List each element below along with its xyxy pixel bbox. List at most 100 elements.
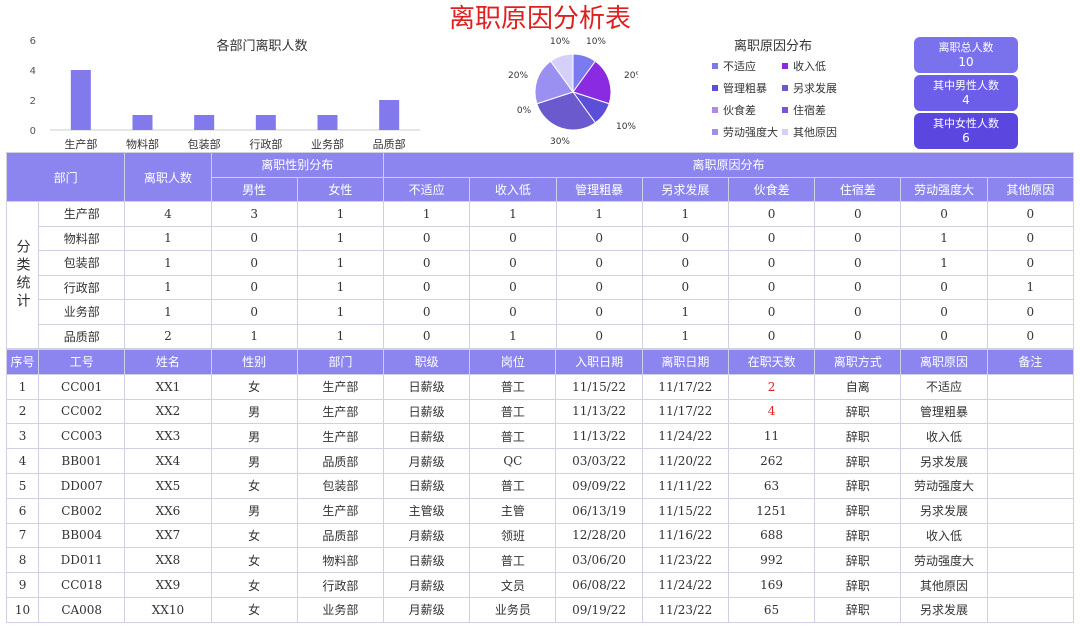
detail-cell: 女: [210, 472, 298, 499]
x-tick-label: 生产部: [64, 137, 97, 151]
table-row: 2 CC002 XX2 男生产部 日薪级 普工 11/13/22 11/17/22 4 辞职 管理粗…: [5, 398, 1075, 425]
detail-cell: XX9: [124, 572, 212, 598]
detail-cell: 8: [5, 547, 40, 574]
detail-cell: 169: [727, 572, 816, 598]
bar-业务部: [317, 115, 338, 130]
kpi-total: 离职总人数 10: [914, 37, 1018, 73]
bar-行政部: [255, 115, 276, 130]
detail-cell: 男: [210, 398, 298, 425]
detail-cell: 包装部: [296, 472, 385, 499]
detail-cell: 普工: [469, 472, 557, 499]
subheader-不适应: 不适应: [383, 176, 471, 202]
summary-cell: 0: [469, 250, 557, 276]
kpi-total-label: 离职总人数: [938, 41, 994, 54]
detail-cell: 辞职: [814, 472, 902, 499]
detail-cell: 2: [5, 398, 40, 425]
summary-cell: 1: [469, 201, 557, 227]
summary-cell: 0: [814, 274, 902, 300]
detail-cell: 11/17/22: [641, 373, 729, 400]
table-row: 6 CB002 XX6 男生产部 主管级 主管 06/13/19 11/15/22 1251 辞职…: [5, 497, 1075, 524]
detail-cell: 不适应: [900, 373, 988, 400]
detail-cell: XX7: [124, 522, 212, 549]
detail-cell: 11/23/22: [641, 596, 729, 623]
detail-table: 序号 工号 姓名 性别 部门 职级 岗位 入职日期 离职日期 在职天数 离职方式 离职原因 备注 1 CC…: [5, 349, 1075, 623]
summary-cell: 1: [469, 323, 557, 349]
subheader-其他原因: 其他原因: [986, 176, 1075, 202]
detail-cell: 11/16/22: [641, 522, 729, 549]
detail-cell: 女: [210, 373, 298, 400]
detail-cell: 普工: [469, 373, 557, 400]
detail-cell: 03/03/22: [555, 448, 643, 474]
detail-cell: 11/11/22: [641, 472, 729, 499]
summary-cell: 1: [124, 225, 212, 251]
detail-cell: 管理粗暴: [900, 398, 988, 425]
detail-cell: 09/09/22: [555, 472, 643, 499]
detail-cell: DD007: [38, 472, 126, 499]
header-gender-group: 离职性别分布: [210, 152, 385, 178]
summary-table: 部门 离职人数 离职性别分布 离职原因分布 男性 女性 不适应 收入低 管理粗暴 另求发展…: [5, 152, 1075, 349]
subheader-管理粗暴: 管理粗暴: [555, 176, 643, 202]
detail-cell: 普工: [469, 398, 557, 425]
table-row: 8 DD011 XX8 女物料部 日薪级 普工 03/06/20 11/23/22 992 辞职劳…: [5, 547, 1075, 574]
detail-cell: 11/24/22: [641, 572, 729, 598]
subheader-伙食差: 伙食差: [727, 176, 816, 202]
detail-cell: XX10: [124, 596, 212, 623]
detail-cell: 月薪级: [383, 596, 471, 623]
detail-header-工号: 工号: [38, 349, 126, 375]
detail-cell: CC018: [38, 572, 126, 598]
detail-cell: 普工: [469, 547, 557, 574]
summary-cell: 0: [727, 274, 816, 300]
legend-item-收入低: 收入低: [782, 58, 826, 74]
detail-cell: [986, 373, 1075, 400]
pie-value-label: 20%: [624, 71, 638, 81]
detail-cell: 1: [5, 373, 40, 400]
detail-cell: CC001: [38, 373, 126, 400]
detail-cell: 4: [727, 398, 816, 425]
detail-cell: 辞职: [814, 547, 902, 574]
summary-cell: 0: [986, 299, 1075, 325]
detail-cell: 11/13/22: [555, 398, 643, 425]
detail-cell: 辞职: [814, 497, 902, 524]
summary-cell: 0: [727, 250, 816, 276]
detail-cell: 03/06/20: [555, 547, 643, 574]
pie-value-label: 10%: [586, 37, 606, 47]
summary-cell: 0: [210, 299, 298, 325]
detail-cell: [986, 522, 1075, 549]
summary-cell: 4: [124, 201, 212, 227]
detail-cell: 辞职: [814, 572, 902, 598]
detail-cell: XX3: [124, 423, 212, 450]
pie-legend-title: 离职原因分布: [734, 39, 813, 54]
pie-value-label: 20%: [508, 71, 528, 81]
detail-cell: 自离: [814, 373, 902, 400]
detail-cell: BB001: [38, 448, 126, 474]
detail-cell: [986, 398, 1075, 425]
detail-cell: 992: [727, 547, 816, 574]
kpi-male: 其中男性人数 4: [914, 75, 1018, 111]
detail-cell: [986, 497, 1075, 524]
detail-cell: 月薪级: [383, 572, 471, 598]
detail-cell: DD011: [38, 547, 126, 574]
bar-包装部: [194, 115, 215, 130]
detail-cell: 63: [727, 472, 816, 499]
detail-header-入职日期: 入职日期: [555, 349, 643, 375]
legend-item-不适应: 不适应: [712, 58, 756, 74]
detail-cell: 7: [5, 522, 40, 549]
y-tick-label: 2: [30, 96, 36, 107]
legend-swatch: [782, 107, 788, 113]
summary-cell: 0: [383, 250, 471, 276]
legend-label: 收入低: [793, 60, 826, 73]
table-row: 7 BB004 XX7 女品质部 月薪级 领班 12/28/20 11/16/22 688 辞职收…: [5, 522, 1075, 549]
summary-cell: 0: [555, 250, 643, 276]
detail-cell: 11/13/22: [555, 423, 643, 450]
table-row: 10 CA008 XX10 女业务部 月薪级 业务员 09/19/22 11/23/22 65 辞…: [5, 596, 1075, 623]
kpi-male-label: 其中男性人数: [933, 79, 999, 92]
summary-cell: 0: [986, 323, 1075, 349]
kpi-female: 其中女性人数 6: [914, 113, 1018, 149]
legend-swatch: [712, 129, 718, 135]
summary-cell: 1: [124, 299, 212, 325]
legend-item-住宿差: 住宿差: [782, 102, 826, 118]
detail-cell: 领班: [469, 522, 557, 549]
summary-cell: 行政部: [38, 274, 126, 300]
detail-cell: 06/08/22: [555, 572, 643, 598]
pie-value-label: 0%: [517, 106, 532, 116]
